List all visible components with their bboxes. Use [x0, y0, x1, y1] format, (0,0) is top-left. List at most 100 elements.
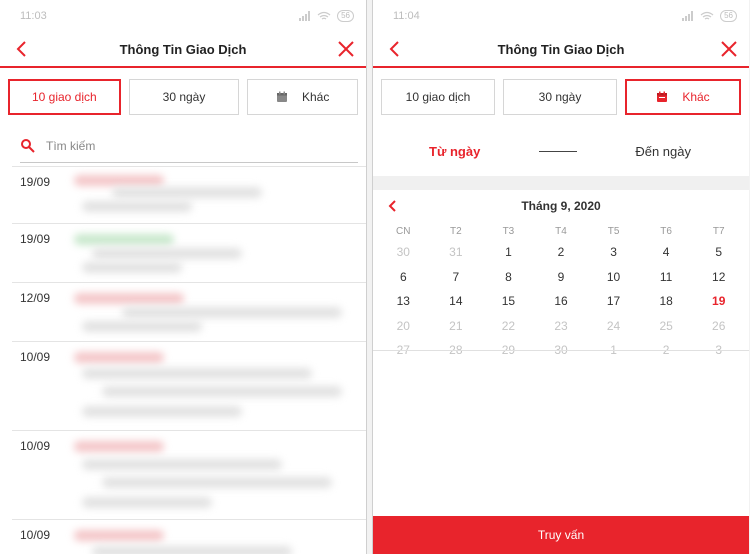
section-divider — [373, 176, 749, 190]
calendar-day[interactable]: 5 — [692, 240, 745, 265]
weekday-label: T6 — [660, 226, 672, 237]
blurred-transaction-detail — [72, 287, 358, 337]
calendar-day-today[interactable]: 19 — [692, 289, 745, 314]
status-bar: 11:03 56 — [0, 0, 366, 32]
to-date-tab[interactable]: Đến ngày — [635, 144, 691, 159]
calendar-day: 23 — [554, 318, 568, 333]
calendar-icon — [277, 91, 287, 102]
calendar-week: 13 14 15 16 17 18 19 — [373, 289, 749, 314]
blurred-transaction-detail — [72, 346, 358, 426]
app-header: Thông Tin Giao Dịch — [373, 32, 749, 66]
back-arrow-icon[interactable] — [383, 37, 407, 61]
date-range-selector: Từ ngày Đến ngày — [373, 126, 749, 176]
calendar-day[interactable]: 7 — [430, 265, 483, 290]
battery-icon: 56 — [720, 10, 737, 22]
calendar-day[interactable]: 3 — [587, 240, 640, 265]
date-picker-screen: 11:04 56 Thông Tin Giao Dịch 10 giao dịc… — [372, 0, 749, 554]
calendar-day[interactable]: 30 — [377, 240, 430, 265]
calendar-day[interactable]: 1 — [482, 240, 535, 265]
transaction-date: 19/09 — [20, 232, 51, 246]
signal-icon — [682, 11, 694, 21]
calendar-bottom-divider — [373, 350, 749, 351]
calendar-day[interactable]: 31 — [430, 240, 483, 265]
list-item[interactable]: 10/09 — [12, 430, 366, 519]
calendar-week: 6 7 8 9 10 11 12 — [373, 265, 749, 290]
list-item[interactable]: 10/09 — [12, 341, 366, 430]
calendar-week: 30 31 1 2 3 4 5 — [373, 240, 749, 265]
page-title: Thông Tin Giao Dịch — [497, 41, 625, 57]
calendar-day[interactable]: 12 — [692, 265, 745, 290]
status-time: 11:04 — [393, 10, 420, 22]
calendar-day[interactable]: 14 — [430, 289, 483, 314]
list-item[interactable]: 19/09 — [12, 223, 366, 282]
calendar-day[interactable]: 16 — [535, 289, 588, 314]
from-date-tab[interactable]: Từ ngày — [429, 144, 480, 159]
calendar-day: 26 — [712, 318, 726, 333]
weekday-label: CN — [396, 226, 411, 237]
transaction-date: 10/09 — [20, 528, 51, 542]
blurred-transaction-detail — [72, 524, 358, 554]
calendar-day[interactable]: 13 — [377, 289, 430, 314]
filter-other-button[interactable]: Khác — [247, 79, 359, 115]
transaction-list-screen: 11:03 56 Thông Tin Giao Dịch 10 giao dịc… — [0, 0, 367, 554]
calendar-month-header: Tháng 9, 2020 — [373, 190, 749, 222]
weekday-label: T4 — [555, 226, 567, 237]
page-title: Thông Tin Giao Dịch — [119, 41, 247, 57]
calendar-day[interactable]: 11 — [640, 265, 693, 290]
query-button-label: Truy vấn — [537, 528, 585, 542]
list-item[interactable]: 19/09 — [12, 166, 366, 223]
close-icon[interactable] — [334, 37, 358, 61]
status-bar: 11:04 56 — [373, 0, 749, 32]
calendar-day[interactable]: 17 — [587, 289, 640, 314]
weekday-label: T7 — [712, 226, 725, 237]
calendar-icon — [657, 91, 668, 102]
calendar-day[interactable]: 4 — [640, 240, 693, 265]
signal-icon — [299, 11, 311, 21]
transaction-list: 19/09 19/09 12/09 10/09 10/09 10/09 — [0, 166, 366, 554]
chevron-left-icon[interactable] — [385, 198, 401, 214]
filter-10-transactions-button[interactable]: 10 giao dịch — [381, 79, 495, 115]
month-label: Tháng 9, 2020 — [521, 199, 601, 213]
query-button[interactable]: Truy vấn — [373, 516, 749, 554]
wifi-icon — [700, 11, 714, 20]
wifi-icon — [317, 11, 331, 20]
list-item[interactable]: 12/09 — [12, 282, 366, 341]
calendar-day[interactable]: 2 — [535, 240, 588, 265]
search-input[interactable]: Tìm kiếm — [46, 139, 95, 153]
range-separator — [538, 150, 577, 152]
calendar-day[interactable]: 9 — [535, 265, 588, 290]
calendar-day[interactable]: 8 — [482, 265, 535, 290]
transaction-date: 12/09 — [20, 291, 51, 305]
weekday-header: CN T2 T3 T4 T5 T6 T7 — [373, 224, 749, 240]
calendar-week: 20 21 22 23 24 25 26 — [373, 314, 749, 339]
battery-icon: 56 — [337, 10, 354, 22]
blurred-transaction-detail — [72, 228, 358, 278]
weekday-label: T5 — [607, 226, 620, 237]
transaction-date: 10/09 — [20, 439, 51, 453]
weekday-label: T3 — [502, 226, 515, 237]
filter-30-days-button[interactable]: 30 ngày — [503, 79, 617, 115]
app-header: Thông Tin Giao Dịch — [0, 32, 366, 66]
calendar-day[interactable]: 6 — [377, 265, 430, 290]
transaction-date: 19/09 — [20, 175, 51, 189]
filter-other-button[interactable]: Khác — [625, 79, 741, 115]
back-arrow-icon[interactable] — [10, 37, 34, 61]
weekday-label: T2 — [450, 226, 462, 237]
calendar-day[interactable]: 10 — [587, 265, 640, 290]
status-time: 11:03 — [20, 10, 47, 22]
calendar-day: 20 — [396, 318, 410, 333]
calendar-day[interactable]: 18 — [640, 289, 693, 314]
calendar-day: 22 — [501, 318, 516, 333]
filter-tabs: 10 giao dịch 30 ngày Khác — [0, 68, 366, 126]
calendar-day: 24 — [606, 318, 621, 333]
filter-10-transactions-button[interactable]: 10 giao dịch — [8, 79, 121, 115]
calendar-day: 21 — [449, 318, 463, 333]
filter-30-days-button[interactable]: 30 ngày — [128, 79, 240, 115]
calendar-day: 25 — [659, 318, 673, 333]
calendar-day[interactable]: 15 — [482, 289, 535, 314]
filter-tabs: 10 giao dịch 30 ngày Khác — [373, 68, 749, 126]
search-bar[interactable]: Tìm kiếm — [20, 138, 358, 163]
blurred-transaction-detail — [72, 171, 358, 219]
list-item[interactable]: 10/09 — [12, 519, 366, 554]
close-icon[interactable] — [717, 37, 741, 61]
